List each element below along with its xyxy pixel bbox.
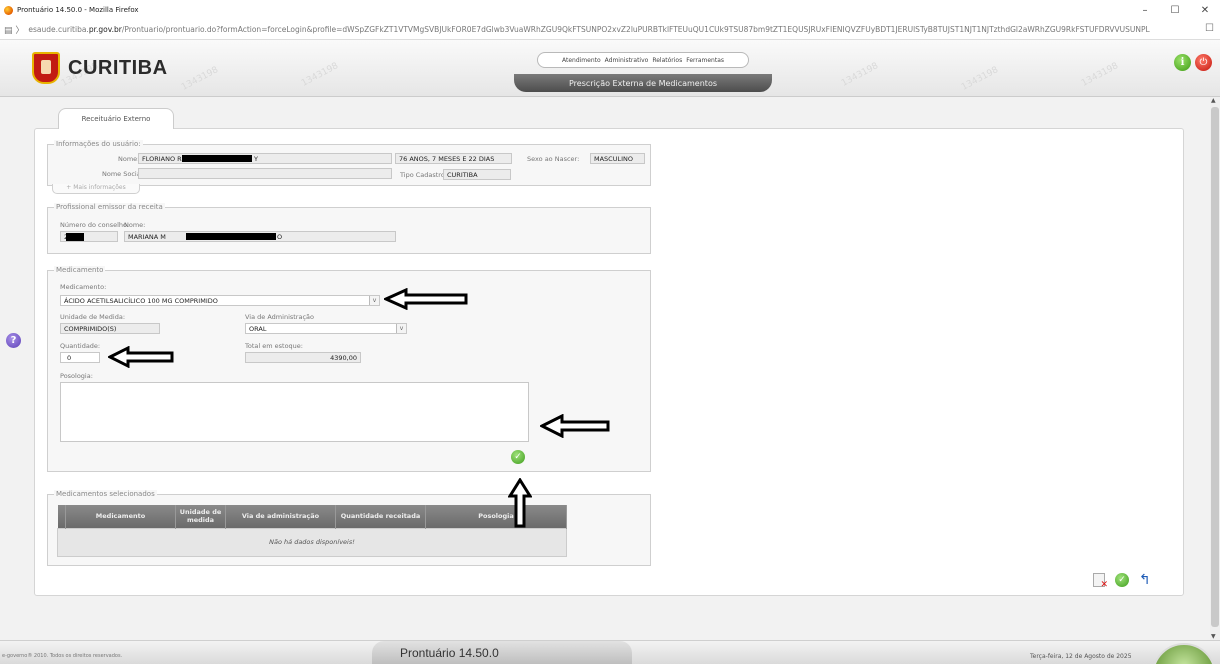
redaction-bar — [182, 155, 252, 162]
coat-of-arms-icon — [32, 52, 60, 84]
table-row: Não há dados disponíveis! — [57, 527, 567, 557]
close-icon[interactable]: ✕ — [1190, 0, 1220, 20]
table-header: Unidade de medida — [175, 505, 226, 528]
posologia-label: Posologia: — [60, 372, 93, 380]
usuario-legend: Informações do usuário: — [54, 140, 143, 148]
minimize-icon[interactable]: – — [1130, 0, 1160, 20]
scrollbar-thumb[interactable] — [1211, 107, 1219, 627]
profissional-nome-label: Nome: — [124, 221, 146, 229]
redaction-bar — [66, 233, 84, 241]
power-icon[interactable]: ⏻ — [1195, 54, 1212, 71]
table-header: Posologia — [425, 505, 567, 528]
table-header: Via de administração — [225, 505, 336, 528]
logo-text: CURITIBA — [68, 56, 168, 79]
table-header: Quantidade receitada — [335, 505, 426, 528]
via-select[interactable]: ORAL v — [245, 323, 407, 334]
annotation-arrow-icon — [508, 478, 532, 528]
estoque-label: Total em estoque: — [245, 342, 303, 350]
help-icon[interactable]: ? — [6, 333, 21, 348]
window-title: Prontuário 14.50.0 - Mozilla Firefox — [17, 6, 139, 14]
maximize-icon[interactable]: ☐ — [1160, 0, 1190, 20]
version-label: Prontuário 14.50.0 — [400, 646, 499, 660]
estoque-field: 4390,00 — [245, 352, 361, 363]
mais-informacoes-toggle[interactable]: + Mais informações — [52, 184, 140, 194]
browser-titlebar: Prontuário 14.50.0 - Mozilla Firefox – ☐… — [0, 0, 1220, 20]
sexo-field: MASCULINO — [590, 153, 645, 164]
scroll-down-icon[interactable]: ▼ — [1211, 633, 1216, 640]
selecionados-table: Medicamento Unidade de medida Via de adm… — [57, 505, 567, 557]
menu-atendimento[interactable]: Atendimento — [562, 57, 601, 64]
nome-field: FLORIANO R — [138, 153, 392, 164]
chevron-down-icon[interactable]: v — [369, 296, 379, 305]
action-icons: ✕ ✓ ↰ — [1093, 572, 1151, 590]
annotation-arrow-icon — [108, 346, 174, 368]
cancel-document-icon[interactable]: ✕ — [1093, 573, 1108, 590]
medicamento-legend: Medicamento — [54, 266, 106, 274]
address-bar[interactable]: ▤ 〉 esaude.curitiba.pr.gov.br/Prontuario… — [0, 20, 1220, 40]
quantidade-input[interactable]: 0 — [60, 352, 100, 363]
confirm-icon[interactable]: ✓ — [1115, 573, 1129, 587]
idade-field: 76 ANOS, 7 MESES E 22 DIAS — [395, 153, 512, 164]
annotation-arrow-icon — [540, 414, 610, 438]
unidade-field: COMPRIMIDO(S) — [60, 323, 160, 334]
url-text[interactable]: esaude.curitiba.pr.gov.br/Prontuario/pro… — [28, 25, 1218, 34]
date-label: Terça-feira, 12 de Agosto de 2025 — [1030, 653, 1132, 660]
quantidade-label: Quantidade: — [60, 342, 101, 350]
menu-administrativo[interactable]: Administrativo — [605, 57, 649, 64]
scroll-up-icon[interactable]: ▲ — [1211, 97, 1216, 104]
redaction-bar — [186, 233, 276, 240]
watermark: 1343198 — [1079, 61, 1121, 89]
app-header: 1343198 1343198 1343198 1343198 1343198 … — [0, 40, 1220, 97]
copyright: e-governo® 2010. Todos os direitos reser… — [2, 653, 123, 659]
add-medicamento-button[interactable]: ✓ — [511, 450, 525, 464]
globe-icon — [1152, 643, 1216, 664]
table-header-row: Medicamento Unidade de medida Via de adm… — [57, 505, 567, 528]
page-scrollbar[interactable]: ▲ ▼ — [1210, 97, 1220, 640]
tab-receituario-externo[interactable]: Receituário Externo — [58, 108, 174, 129]
menu-ferramentas[interactable]: Ferramentas — [686, 57, 724, 64]
annotation-arrow-icon — [384, 288, 468, 310]
back-arrow-icon[interactable]: ↰ — [1139, 572, 1151, 588]
header-icons: i ⏻ — [1174, 54, 1212, 71]
watermark: 1343198 — [839, 61, 881, 89]
medicamento-label: Medicamento: — [60, 283, 107, 291]
top-menu: Atendimento Administrativo Relatórios Fe… — [537, 52, 749, 68]
menu-relatorios[interactable]: Relatórios — [652, 57, 682, 64]
table-header: Medicamento — [65, 505, 176, 528]
profissional-nome-suffix: O — [277, 233, 283, 241]
sexo-label: Sexo ao Nascer: — [527, 155, 580, 163]
window-controls: – ☐ ✕ — [1130, 0, 1220, 20]
bookmark-icon[interactable]: ☐ — [1205, 23, 1214, 34]
empty-message: Não há dados disponíveis! — [57, 527, 567, 557]
firefox-icon — [4, 5, 13, 15]
page-title: Prescrição Externa de Medicamentos — [514, 74, 772, 92]
watermark: 1343198 — [179, 65, 221, 93]
profissional-legend: Profissional emissor da receita — [54, 203, 165, 211]
watermark: 1343198 — [299, 61, 341, 89]
medicamento-select[interactable]: ÁCIDO ACETILSALICÍLICO 100 MG COMPRIMIDO… — [60, 295, 380, 306]
posologia-textarea[interactable] — [60, 382, 529, 442]
nome-suffix: Y — [254, 155, 258, 163]
nome-social-field — [138, 168, 392, 179]
unidade-label: Unidade de Medida: — [60, 313, 126, 321]
usuario-fieldset: Informações do usuário: — [47, 140, 651, 186]
info-icon[interactable]: i — [1174, 54, 1191, 71]
watermark: 1343198 — [959, 65, 1001, 93]
selecionados-legend: Medicamentos selecionados — [54, 490, 157, 498]
curitiba-logo: CURITIBA — [32, 52, 168, 84]
tipo-cadastro-field: CURITIBA — [443, 169, 511, 180]
conselho-label: Número do conselho: — [60, 221, 130, 229]
via-label: Via de Administração — [245, 313, 314, 321]
nome-label: Nome: — [118, 155, 140, 163]
app-footer: e-governo® 2010. Todos os direitos reser… — [0, 640, 1220, 664]
tipo-cadastro-label: Tipo Cadastro: — [400, 171, 448, 179]
page-info-icon[interactable]: ▤ 〉 — [4, 23, 24, 36]
table-header — [57, 505, 66, 528]
chevron-down-icon[interactable]: v — [396, 324, 406, 333]
